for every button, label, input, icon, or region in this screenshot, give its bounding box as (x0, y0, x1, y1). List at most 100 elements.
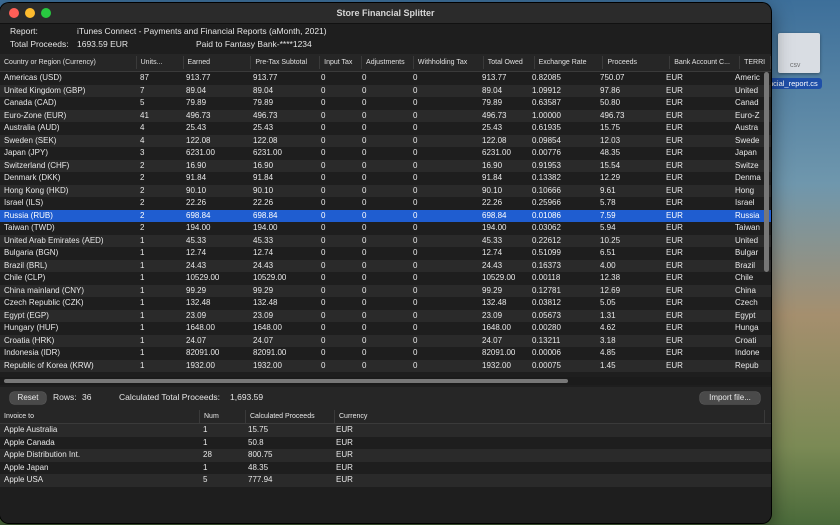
invoice-row[interactable]: Apple Distribution Int. 28 800.75 EUR (0, 449, 771, 462)
table-row[interactable]: Brazil (BRL) 1 24.43 24.43 0 0 0 24.43 0.16373 4.… (0, 259, 771, 272)
table-cell: Russia (735, 210, 760, 220)
table-row[interactable]: Czech Republic (CZK) 1 132.48 132.48 0 0 0 132.… (0, 297, 771, 310)
column-header[interactable]: Adjustments (362, 56, 414, 69)
vertical-scrollbar[interactable] (764, 72, 769, 272)
invoice-cell: EUR (336, 475, 353, 484)
table-cell: 0.91953 (532, 160, 561, 170)
table-cell: 750.07 (600, 73, 625, 82)
table-cell: EUR (666, 360, 683, 370)
horizontal-scrollbar[interactable] (4, 379, 568, 383)
column-header[interactable]: Total Owed (484, 56, 535, 69)
table-cell: 698.84 (253, 210, 278, 220)
invoice-column-header[interactable]: Num (200, 409, 246, 423)
column-header[interactable]: Exchange Rate (535, 56, 604, 69)
table-cell: Americ (735, 73, 760, 82)
table-row[interactable]: Taiwan (TWD) 2 194.00 194.00 0 0 0 194.00 0.0306… (0, 222, 771, 235)
app-window: Store Financial Splitter Report: iTunes … (0, 3, 771, 523)
invoice-column-header[interactable]: Calculated Proceeds (246, 409, 335, 423)
table-row[interactable]: Egypt (EGP) 1 23.09 23.09 0 0 0 23.09 0.05673 1.3… (0, 309, 771, 322)
table-row[interactable]: United Kingdom (GBP) 7 89.04 89.04 0 0 0 89.04 1… (0, 84, 771, 97)
table-cell: 122.08 (253, 135, 278, 145)
table-cell: Hong Kong (HKD) (4, 185, 69, 195)
table-row[interactable]: Croatia (HRK) 1 24.07 24.07 0 0 0 24.07 0.13211 3… (0, 334, 771, 347)
column-header[interactable]: Input Tax (320, 56, 363, 69)
table-row[interactable]: Hong Kong (HKD) 2 90.10 90.10 0 0 0 90.10 0.1066… (0, 184, 771, 197)
invoice-row[interactable]: Apple Canada 1 50.8 EUR (0, 436, 771, 449)
table-row[interactable]: Bulgaria (BGN) 1 12.74 12.74 0 0 0 12.74 0.51099… (0, 247, 771, 260)
table-cell: Switzerland (CHF) (4, 160, 70, 170)
table-row[interactable]: Canada (CAD) 5 79.89 79.89 0 0 0 79.89 0.63587 50… (0, 97, 771, 110)
table-cell: 1 (140, 360, 145, 370)
reset-button[interactable]: Reset (10, 392, 46, 404)
table-row[interactable]: Japan (JPY) 3 6231.00 6231.00 0 0 0 6231.00 0.00… (0, 147, 771, 160)
invoice-column-header[interactable]: Currency (335, 409, 765, 423)
table-row[interactable]: United Arab Emirates (AED) 1 45.33 45.33 0 0 0… (0, 234, 771, 247)
table-cell: 0.00118 (532, 273, 561, 282)
minimize-icon[interactable] (25, 8, 35, 18)
invoice-cell: EUR (336, 450, 353, 459)
invoice-row[interactable]: Apple Japan 1 48.35 EUR (0, 461, 771, 474)
table-cell: EUR (666, 348, 683, 357)
column-header[interactable]: Proceeds (603, 56, 671, 69)
table-cell: 3.18 (600, 335, 616, 345)
table-row[interactable]: Euro-Zone (EUR) 41 496.73 496.73 0 0 0 496.73 1.… (0, 109, 771, 122)
table-cell: 12.38 (600, 273, 621, 282)
column-header[interactable]: TERRI (740, 56, 771, 69)
table-cell: 12.74 (253, 248, 274, 257)
table-row[interactable]: Australia (AUD) 4 25.43 25.43 0 0 0 25.43 0.6193… (0, 122, 771, 135)
table-row[interactable]: Americas (USD) 87 913.77 913.77 0 0 0 913.77 0.8… (0, 72, 771, 85)
total-proceeds-value: 1693.59 EUR (77, 39, 129, 49)
column-header[interactable]: Withholding Tax (414, 56, 484, 69)
table-cell: Egypt (735, 310, 756, 320)
import-file-button[interactable]: Import file... (700, 392, 760, 404)
table-cell: EUR (666, 285, 683, 295)
table-cell: 4.85 (600, 348, 616, 357)
table-cell: EUR (666, 160, 683, 170)
invoice-column-header[interactable]: Invoice to (0, 409, 200, 423)
table-row[interactable]: China mainland (CNY) 1 99.29 99.29 0 0 0 99.29 0… (0, 284, 771, 297)
table-cell: 79.89 (186, 98, 207, 107)
table-cell: Japan (JPY) (4, 148, 49, 157)
zoom-icon[interactable] (41, 8, 51, 18)
table-cell: 1 (140, 260, 145, 270)
table-row[interactable]: Hungary (HUF) 1 1648.00 1648.00 0 0 0 1648.00 0.… (0, 322, 771, 335)
paid-to-text: Paid to Fantasy Bank-****1234 (196, 39, 312, 49)
table-row[interactable]: Israel (ILS) 2 22.26 22.26 0 0 0 22.26 0.25966 5.… (0, 197, 771, 210)
table-row[interactable]: Russia (RUB) 2 698.84 698.84 0 0 0 698.84 0.0108… (0, 209, 771, 222)
table-cell: 0 (362, 160, 367, 170)
table-cell: 0 (321, 335, 326, 345)
table-cell: 0.13382 (532, 173, 561, 182)
table-cell: Bulgaria (BGN) (4, 248, 59, 257)
table-cell: China (735, 285, 756, 295)
invoice-body: Apple Australia 1 15.75 EUR Apple Canada 1 50.… (0, 424, 771, 487)
csv-file-icon[interactable]: CSV (778, 33, 820, 73)
table-cell: 6231.00 (253, 148, 282, 157)
column-header[interactable]: Country or Region (Currency) (0, 56, 137, 69)
invoice-row[interactable]: Apple Australia 1 15.75 EUR (0, 424, 771, 437)
table-row[interactable]: Sweden (SEK) 4 122.08 122.08 0 0 0 122.08 0.0985… (0, 134, 771, 147)
desktop-file-label[interactable]: ncial_report.cs (765, 78, 822, 89)
table-cell: 0 (362, 198, 367, 207)
table-row[interactable]: Switzerland (CHF) 2 16.90 16.90 0 0 0 16.90 0.91… (0, 159, 771, 172)
close-icon[interactable] (9, 8, 19, 18)
table-cell: 0.12781 (532, 285, 561, 295)
table-row[interactable]: Chile (CLP) 1 10529.00 10529.00 0 0 0 10529.00 0… (0, 272, 771, 285)
table-cell: 0 (321, 310, 326, 320)
column-header[interactable]: Earned (184, 56, 252, 69)
column-header[interactable]: Units... (137, 56, 184, 69)
file-type-tag: CSV (790, 63, 801, 69)
column-header[interactable]: Pre-Tax Subtotal (251, 56, 321, 69)
column-header[interactable]: Bank Account C... (670, 56, 741, 69)
table-cell: 0 (362, 360, 367, 370)
table-row[interactable]: Denmark (DKK) 2 91.84 91.84 0 0 0 91.84 0.13382 1… (0, 172, 771, 185)
table-cell: 90.10 (253, 185, 274, 195)
table-cell: Croatia (HRK) (4, 335, 55, 345)
table-cell: Bulgar (735, 248, 759, 257)
table-cell: 0 (413, 173, 418, 182)
table-row[interactable]: Republic of Korea (KRW) 1 1932.00 1932.00 0 0… (0, 359, 771, 372)
window-title: Store Financial Splitter (336, 8, 435, 18)
table-row[interactable]: Indonesia (IDR) 1 82091.00 82091.00 0 0 0 82091… (0, 347, 771, 360)
invoice-row[interactable]: Apple USA 5 777.94 EUR (0, 474, 771, 487)
total-proceeds-label: Total Proceeds: (10, 39, 69, 49)
table-cell: 24.07 (186, 335, 207, 345)
